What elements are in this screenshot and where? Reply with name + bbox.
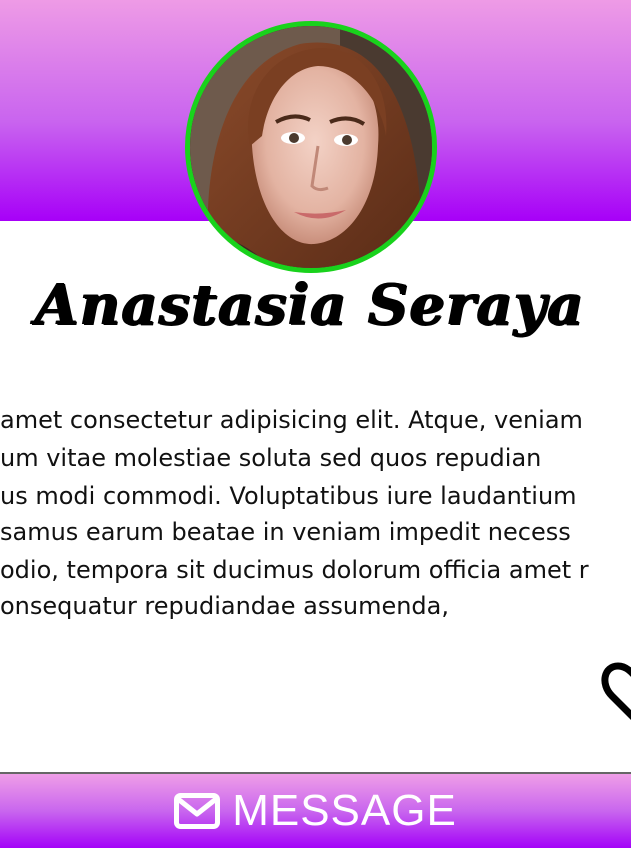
message-button-label: MESSAGE [232,786,457,835]
avatar-photo [190,26,432,268]
bio-line: samus earum beatae in veniam impedit nec… [0,518,571,546]
bio-line: us modi commodi. Voluptatibus iure lauda… [0,482,577,510]
profile-avatar [185,21,437,273]
bio-line: odio, tempora sit ducimus dolorum offici… [0,556,589,584]
envelope-icon [174,793,221,829]
profile-bio: amet consectetur adipisicing elit. Atque… [0,402,631,642]
profile-name: Anastasia Seraya [35,272,585,338]
bio-line: amet consectetur adipisicing elit. Atque… [0,406,583,434]
heart-icon[interactable] [598,660,631,726]
bio-line: um vitae molestiae soluta sed quos repud… [0,444,542,472]
message-button[interactable]: MESSAGE [0,774,631,848]
bio-line: onsequatur repudiandae assumenda, [0,592,449,620]
